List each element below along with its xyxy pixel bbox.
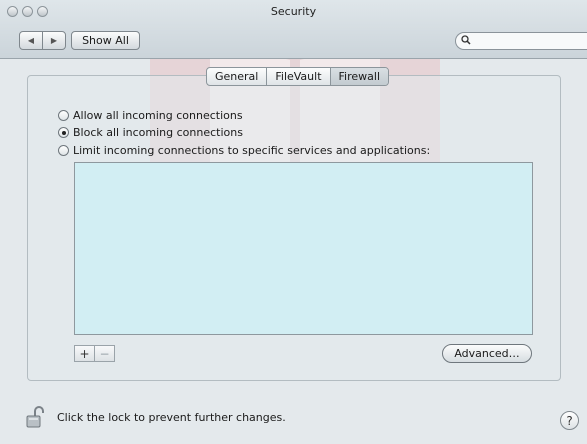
option-label: Limit incoming connections to specific s…	[73, 143, 431, 157]
search-input[interactable]	[455, 32, 587, 50]
option-allow-all[interactable]: Allow all incoming connections	[58, 107, 430, 123]
option-label: Block all incoming connections	[73, 126, 243, 139]
tab-firewall[interactable]: Firewall	[329, 68, 389, 85]
show-all-button[interactable]: Show All	[71, 31, 140, 50]
tab-filevault[interactable]: FileVault	[266, 68, 329, 85]
radio-block-all[interactable]	[58, 127, 69, 138]
back-button[interactable]: ◀	[20, 32, 42, 49]
lock-text: Click the lock to prevent further change…	[57, 410, 286, 424]
title-bar: Security ◀ ▶ Show All	[0, 0, 587, 59]
services-list[interactable]	[74, 162, 533, 335]
tab-bar: General FileVault Firewall	[206, 67, 390, 86]
nav-buttons: ◀ ▶	[19, 31, 66, 50]
add-button[interactable]: +	[75, 346, 94, 361]
firewall-options: Allow all incoming connections Block all…	[58, 107, 430, 160]
option-label: Allow all incoming connections	[73, 108, 243, 122]
window-title: Security	[270, 5, 317, 18]
lock-row: Click the lock to prevent further change…	[26, 406, 286, 428]
tab-general[interactable]: General	[207, 68, 266, 85]
remove-button[interactable]: −	[94, 346, 114, 361]
triangle-right-icon: ▶	[50, 36, 58, 45]
security-window: Security ◀ ▶ Show All General FileVault …	[0, 0, 587, 444]
search-icon	[461, 35, 471, 45]
option-limit[interactable]: Limit incoming connections to specific s…	[58, 142, 430, 158]
add-remove-control: + −	[74, 345, 115, 362]
radio-limit[interactable]	[58, 144, 69, 156]
radio-allow-all[interactable]	[58, 109, 69, 121]
help-button[interactable]: ?	[560, 411, 579, 430]
forward-button[interactable]: ▶	[42, 32, 65, 49]
advanced-button[interactable]: Advanced…	[442, 344, 532, 363]
triangle-left-icon: ◀	[27, 36, 35, 45]
unlocked-padlock-icon[interactable]	[26, 406, 48, 428]
option-block-all[interactable]: Block all incoming connections	[58, 125, 430, 141]
